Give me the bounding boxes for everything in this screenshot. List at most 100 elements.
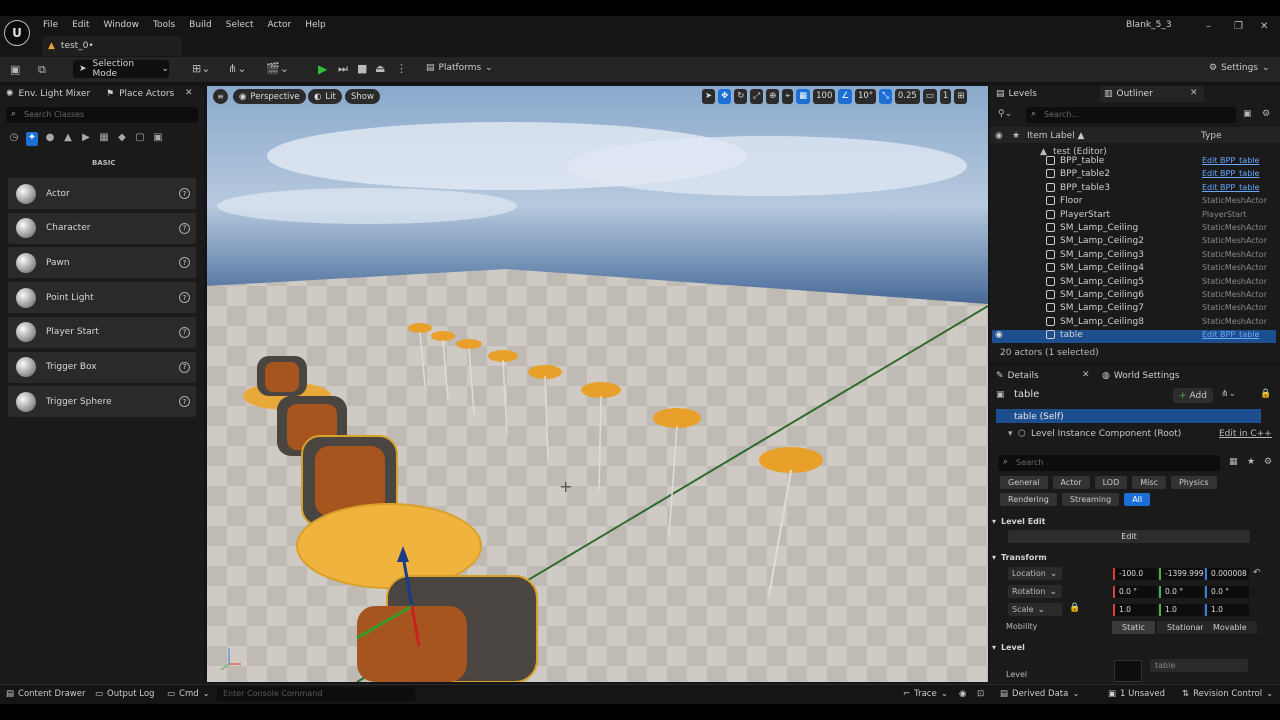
- outliner-row[interactable]: SM_Lamp_Ceiling4 StaticMeshActor: [992, 263, 1276, 276]
- outliner-row[interactable]: SM_Lamp_Ceiling7 StaticMeshActor: [992, 303, 1276, 316]
- outliner-row[interactable]: Floor StaticMeshActor: [992, 196, 1276, 209]
- add-content-icon[interactable]: ⊞⌄: [192, 62, 210, 75]
- reset-icon[interactable]: ↶: [1253, 568, 1261, 578]
- cinematics-icon[interactable]: 🎬⌄: [266, 62, 289, 75]
- visibility-icon[interactable]: ◉: [995, 131, 1003, 141]
- step-icon[interactable]: ⏭: [338, 62, 348, 76]
- add-folder-icon[interactable]: ▣: [1243, 109, 1252, 119]
- lit-button[interactable]: ◐ Lit: [308, 89, 342, 104]
- actor-name[interactable]: table: [1014, 389, 1039, 400]
- grid-snap-value[interactable]: 100: [813, 89, 836, 104]
- geometry-category-icon[interactable]: ◆: [116, 132, 128, 146]
- filter-actor[interactable]: Actor: [1052, 476, 1090, 489]
- search-classes-input[interactable]: Search Classes: [6, 107, 198, 123]
- menu-item-help[interactable]: Help: [305, 20, 326, 30]
- lock-icon[interactable]: 🔒: [1260, 389, 1271, 399]
- edit-button[interactable]: Edit: [1008, 530, 1250, 543]
- blueprint-options-icon[interactable]: ⋔⌄: [1221, 389, 1236, 399]
- volumes-category-icon[interactable]: ▢: [134, 132, 146, 146]
- details-search-input[interactable]: Search: [998, 455, 1220, 471]
- rotation-y-field[interactable]: 0.0 °: [1159, 586, 1203, 598]
- console-command-input[interactable]: Enter Console Command: [217, 687, 415, 701]
- close-tab-icon[interactable]: ✕: [1190, 88, 1198, 98]
- help-icon[interactable]: ?: [179, 257, 190, 269]
- blueprint-icon[interactable]: ⋔⌄: [228, 62, 246, 75]
- outliner-row[interactable]: ◉ table Edit BPP_table: [992, 330, 1276, 344]
- tab-details[interactable]: ✎ Details: [996, 368, 1039, 384]
- menu-item-select[interactable]: Select: [226, 20, 254, 30]
- location-z-field[interactable]: 0.000008: [1205, 568, 1249, 580]
- level-asset-picker[interactable]: table: [1150, 659, 1248, 672]
- help-icon[interactable]: ?: [179, 222, 190, 234]
- close-tab-icon[interactable]: ✕: [1082, 370, 1090, 380]
- filter-all[interactable]: All: [1124, 493, 1151, 506]
- stop-icon[interactable]: ■: [357, 62, 367, 75]
- filter-lod[interactable]: LOD: [1094, 476, 1128, 489]
- outliner-row[interactable]: SM_Lamp_Ceiling5 StaticMeshActor: [992, 276, 1276, 290]
- chevron-down-icon[interactable]: ▾: [1008, 429, 1013, 439]
- filter-rendering[interactable]: Rendering: [1000, 493, 1057, 506]
- recent-icon[interactable]: ◷: [8, 132, 20, 146]
- outliner-row[interactable]: SM_Lamp_Ceiling3 StaticMeshActor: [992, 249, 1276, 263]
- scale-snap-icon[interactable]: ⤡: [879, 89, 892, 104]
- place-actor-item[interactable]: Trigger Sphere?: [8, 386, 196, 418]
- location-y-field[interactable]: -1399.999: [1159, 568, 1204, 580]
- help-icon[interactable]: ?: [179, 326, 190, 338]
- trace-dropdown[interactable]: ⌐ Trace ⌄: [903, 689, 948, 699]
- add-component-button[interactable]: + Add: [1173, 388, 1213, 403]
- maximize-viewport-icon[interactable]: ⊞: [954, 89, 968, 104]
- level-section[interactable]: ▾ Level: [992, 640, 1025, 654]
- rotation-snap-value[interactable]: 10°: [855, 89, 877, 104]
- outliner-item-type[interactable]: Edit BPP_table: [1202, 183, 1259, 192]
- rotation-z-field[interactable]: 0.0 °: [1205, 586, 1249, 598]
- outliner-row[interactable]: BPP_table Edit BPP_table: [992, 156, 1276, 169]
- show-button[interactable]: Show: [345, 89, 380, 104]
- perspective-button[interactable]: ◉ Perspective: [233, 89, 306, 104]
- viewport-options-icon[interactable]: ≡: [213, 89, 228, 104]
- cmd-dropdown[interactable]: ▭ Cmd ⌄: [167, 689, 210, 699]
- basic-category-icon[interactable]: ✦: [26, 132, 38, 146]
- visual-effects-category-icon[interactable]: ▦: [98, 132, 110, 146]
- visibility-icon[interactable]: ◉: [995, 330, 1003, 340]
- star-icon[interactable]: ★: [1012, 131, 1020, 141]
- menu-item-actor[interactable]: Actor: [268, 20, 292, 30]
- menu-item-build[interactable]: Build: [189, 20, 212, 30]
- camera-speed-value[interactable]: 1: [939, 89, 952, 104]
- item-label-header[interactable]: Item Label ▲: [1027, 131, 1084, 141]
- scale-x-field[interactable]: 1.0: [1113, 604, 1157, 616]
- filter-physics[interactable]: Physics: [1170, 476, 1217, 489]
- scale-z-field[interactable]: 1.0: [1205, 604, 1249, 616]
- mobility-static[interactable]: Static: [1112, 621, 1155, 634]
- outliner-row[interactable]: BPP_table3 Edit BPP_table: [992, 182, 1276, 196]
- camera-speed-icon[interactable]: ▭: [922, 89, 937, 104]
- help-icon[interactable]: ?: [179, 396, 190, 408]
- filter-streaming[interactable]: Streaming: [1061, 493, 1120, 506]
- outliner-row[interactable]: SM_Lamp_Ceiling6 StaticMeshActor: [992, 290, 1276, 303]
- table-view-icon[interactable]: ▦: [1229, 457, 1238, 467]
- outliner-row[interactable]: PlayerStart PlayerStart: [992, 209, 1276, 223]
- translate-tool-icon[interactable]: ✥: [718, 89, 732, 104]
- rotation-snap-icon[interactable]: ∠: [838, 89, 852, 104]
- platforms-button[interactable]: ▤ Platforms ⌄: [426, 63, 493, 73]
- play-icon[interactable]: ▶: [318, 62, 327, 76]
- save-icon[interactable]: ▣: [10, 63, 20, 76]
- location-x-field[interactable]: -100.0: [1113, 568, 1157, 580]
- help-icon[interactable]: ?: [179, 361, 190, 373]
- root-component[interactable]: Level Instance Component (Root): [1031, 429, 1181, 439]
- outliner-search-input[interactable]: Search...: [1026, 107, 1236, 123]
- close-tab-icon[interactable]: ✕: [185, 88, 193, 98]
- level-edit-section[interactable]: ▾ Level Edit: [992, 514, 1045, 528]
- filter-misc[interactable]: Misc: [1132, 476, 1166, 489]
- gear-icon[interactable]: ⚙: [1262, 109, 1270, 119]
- maximize-icon[interactable]: ❐: [1234, 21, 1243, 32]
- menu-item-window[interactable]: Window: [104, 20, 140, 30]
- unreal-logo-icon[interactable]: U: [4, 20, 30, 46]
- gear-icon[interactable]: ⚙: [1264, 457, 1272, 467]
- content-drawer-button[interactable]: ▤ Content Drawer: [6, 689, 85, 699]
- star-icon[interactable]: ★: [1247, 457, 1255, 467]
- rotate-tool-icon[interactable]: ↻: [734, 89, 748, 104]
- more-options-icon[interactable]: ⋮: [396, 62, 407, 75]
- transform-section[interactable]: ▾ Transform: [992, 550, 1047, 564]
- scale-tool-icon[interactable]: ⤢: [750, 89, 764, 104]
- lock-icon[interactable]: 🔒: [1069, 603, 1080, 613]
